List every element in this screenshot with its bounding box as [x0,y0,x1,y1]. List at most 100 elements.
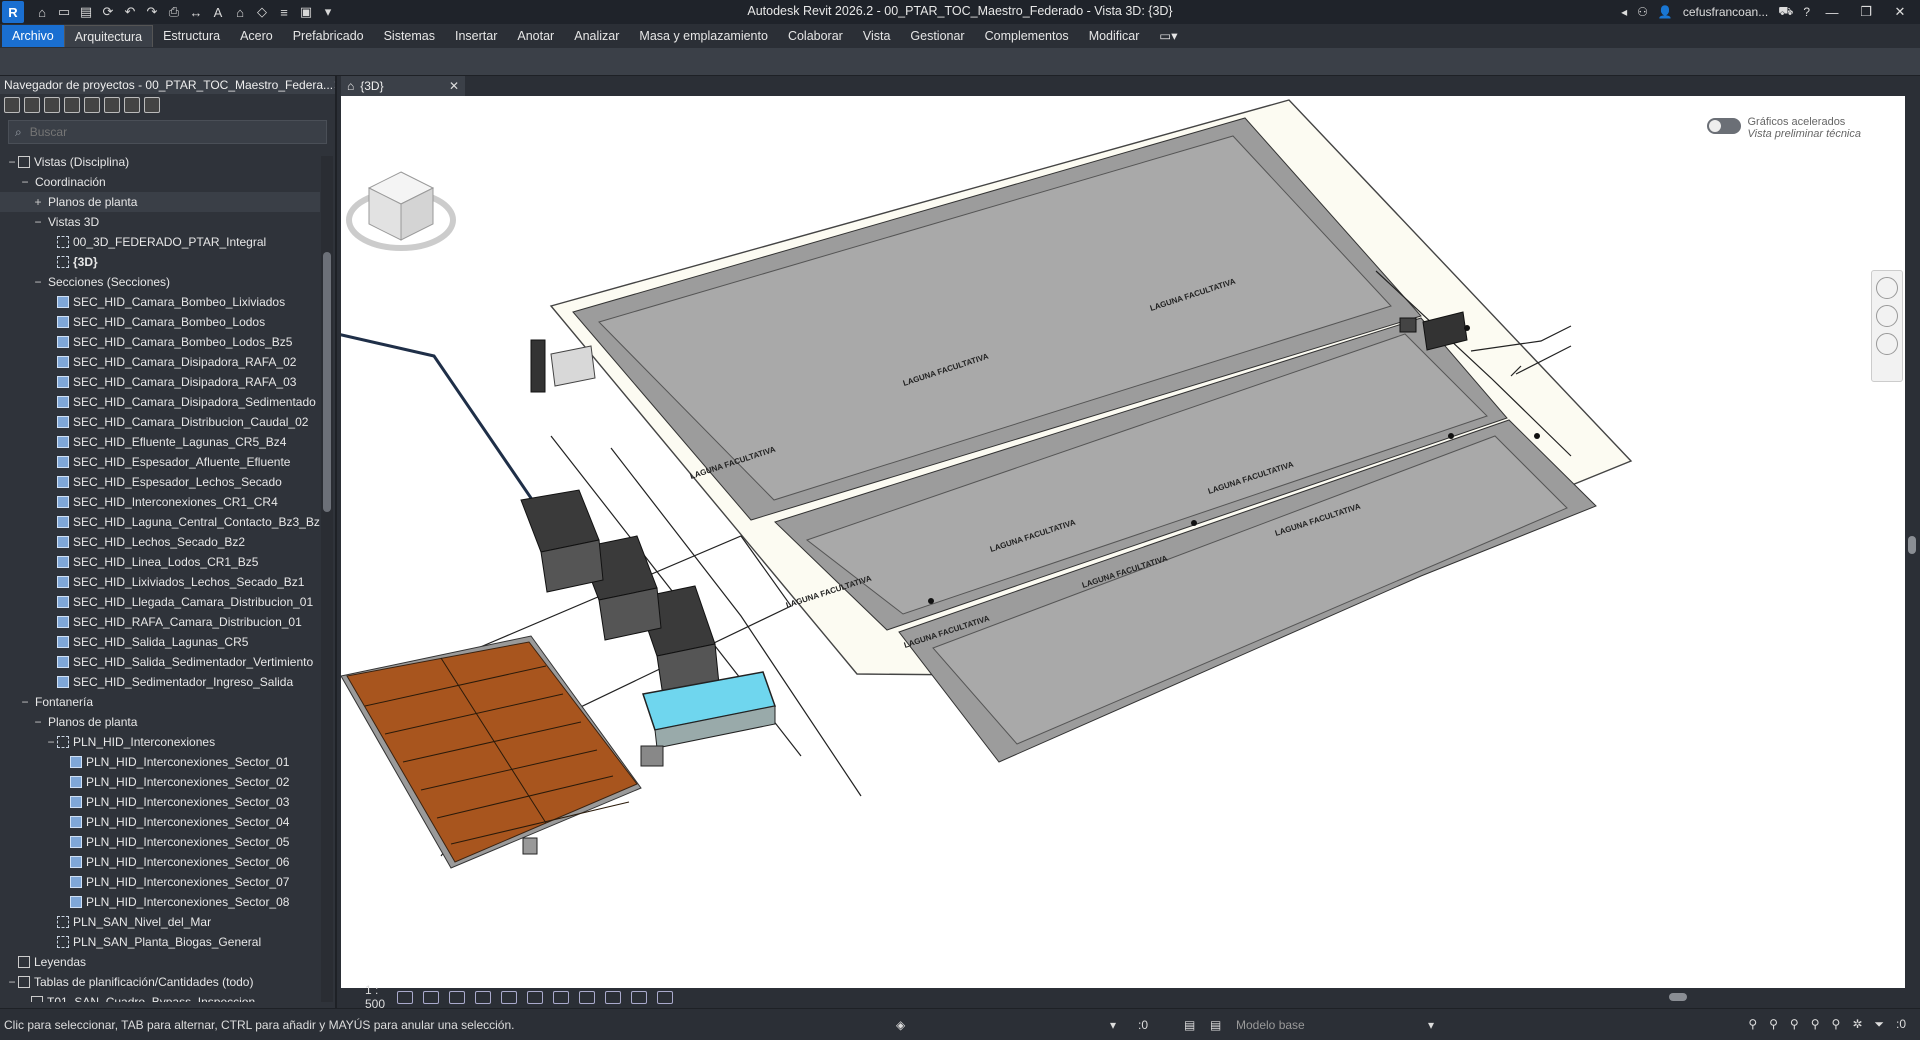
select-by-face-icon[interactable]: ⚲ [1811,1017,1820,1032]
tab-modificar[interactable]: Modificar [1079,25,1150,47]
restore-button[interactable]: ❐ [1854,4,1878,20]
browser-sheet-icon[interactable] [44,97,60,113]
sun-path-icon[interactable] [449,990,465,1004]
tab-close-icon[interactable]: ✕ [449,79,459,93]
tree-node[interactable]: PLN_HID_Interconexiones_Sector_04 [0,812,320,832]
user-icon[interactable]: 👤 [1658,5,1673,19]
browser-close-icon[interactable]: ✕ [333,78,335,92]
canvas-vertical-scrollbar[interactable] [1905,96,1920,988]
tree-node[interactable]: − Vistas 3D [0,212,320,232]
tree-node[interactable]: PLN_HID_Interconexiones_Sector_02 [0,772,320,792]
collapse-icon[interactable]: − [32,712,44,732]
model-dropdown-icon[interactable]: ▾ [1428,1018,1434,1032]
tree-node[interactable]: SEC_HID_Espesador_Lechos_Secado [0,472,320,492]
tab-insertar[interactable]: Insertar [445,25,507,47]
tab-analizar[interactable]: Analizar [564,25,629,47]
drawing-area[interactable]: LAGUNA FACULTATIVA LAGUNA FACULTATIVA LA… [341,96,1905,988]
tree-node[interactable]: SEC_HID_Camara_Disipadora_Sedimentado [0,392,320,412]
collapse-icon[interactable]: − [6,152,18,172]
tree-node[interactable]: SEC_HID_Lixiviados_Lechos_Secado_Bz1 [0,572,320,592]
tree-node[interactable]: SEC_HID_Lechos_Secado_Bz2 [0,532,320,552]
orbit-icon[interactable] [1876,333,1898,355]
workset-icon[interactable]: ▾ [1110,1018,1116,1032]
tree-node[interactable]: − PLN_HID_Interconexiones [0,732,320,752]
select-links-icon[interactable]: ⚲ [1748,1017,1757,1032]
tree-node[interactable]: − Secciones (Secciones) [0,272,320,292]
tree-node[interactable]: PLN_HID_Interconexiones_Sector_06 [0,852,320,872]
tree-node[interactable]: SEC_HID_Camara_Bombeo_Lodos [0,312,320,332]
tree-node[interactable]: {3D} [0,252,320,272]
open-icon[interactable]: ▭ [54,3,74,21]
tab-sistemas[interactable]: Sistemas [374,25,445,47]
select-underlay-icon[interactable]: ⚲ [1769,1017,1778,1032]
binoculars-icon[interactable]: ⚇ [1637,5,1648,19]
print-icon[interactable]: ⎙ [164,3,184,21]
lock-view-icon[interactable] [553,990,569,1004]
browser-family-icon[interactable] [84,97,100,113]
browser-3d-icon[interactable] [24,97,40,113]
browser-group-icon[interactable] [104,97,120,113]
tab-vista[interactable]: Vista [853,25,901,47]
tree-node[interactable]: SEC_HID_Llegada_Camara_Distribucion_01 [0,592,320,612]
browser-home-icon[interactable] [4,97,20,113]
browser-link-icon[interactable] [144,97,160,113]
tree-node[interactable]: SEC_HID_Espesador_Afluente_Efluente [0,452,320,472]
accelerated-graphics-toggle[interactable] [1707,118,1742,134]
tab-archivo[interactable]: Archivo [2,25,64,47]
model-3d-view[interactable]: LAGUNA FACULTATIVA LAGUNA FACULTATIVA LA… [341,96,1905,988]
tree-node[interactable]: T01_SAN_Cuadro_Bypass_Inspeccion [0,992,320,1002]
background-processes-icon[interactable]: ✲ [1852,1017,1862,1032]
tree-node[interactable]: PLN_HID_Interconexiones_Sector_07 [0,872,320,892]
highlight-displacement-icon[interactable] [657,990,673,1004]
network-icon[interactable]: ◈ [896,1018,905,1032]
zoom-icon[interactable] [1876,305,1898,327]
tree-node[interactable]: Leyendas [0,952,320,972]
visual-style-icon[interactable] [423,990,439,1004]
help-icon[interactable]: ? [1803,5,1810,19]
tree-node[interactable]: − Tablas de planificación/Cantidades (tod… [0,972,320,992]
tree-node[interactable]: PLN_HID_Interconexiones_Sector_01 [0,752,320,772]
browser-revit-link-icon[interactable] [124,97,140,113]
design-options-icon[interactable]: ▤ [1184,1018,1195,1032]
drag-on-selection-icon[interactable]: ⚲ [1832,1017,1841,1032]
tree-node[interactable]: SEC_HID_Camara_Disipadora_RAFA_03 [0,372,320,392]
viewcube[interactable] [341,150,461,260]
tree-node[interactable]: SEC_HID_RAFA_Camara_Distribucion_01 [0,612,320,632]
tree-node[interactable]: − Fontanería [0,692,320,712]
tree-node[interactable]: PLN_HID_Interconexiones_Sector_05 [0,832,320,852]
tree-node[interactable]: SEC_HID_Sedimentador_Ingreso_Salida [0,672,320,692]
browser-scrollbar-thumb[interactable] [323,252,331,512]
tab-anotar[interactable]: Anotar [507,25,564,47]
browser-scrollbar[interactable] [321,156,333,1002]
tree-node[interactable]: 00_3D_FEDERADO_PTAR_Integral [0,232,320,252]
crop-view-icon[interactable] [501,990,517,1004]
text-icon[interactable]: A [208,3,228,21]
tab-acero[interactable]: Acero [230,25,283,47]
tree-node[interactable]: SEC_HID_Efluente_Lagunas_CR5_Bz4 [0,432,320,452]
shadows-icon[interactable] [475,990,491,1004]
tree-node[interactable]: − Planos de planta [0,712,320,732]
tree-node[interactable]: SEC_HID_Salida_Sedimentador_Vertimiento [0,652,320,672]
detail-level-icon[interactable] [397,990,413,1004]
show-crop-icon[interactable] [527,990,543,1004]
tree-node[interactable]: SEC_HID_Camara_Distribucion_Caudal_02 [0,412,320,432]
tab-masa-y-emplazamiento[interactable]: Masa y emplazamiento [629,25,778,47]
thin-lines-icon[interactable]: ≡ [274,3,294,21]
active-model[interactable]: Modelo base [1236,1018,1305,1032]
back-arrow-icon[interactable]: ◂ [1621,5,1627,19]
view-scale[interactable]: 1 : 500 [341,983,387,1011]
cart-icon[interactable]: ⛟ [1778,4,1793,20]
tree-node[interactable]: SEC_HID_Camara_Bombeo_Lixiviados [0,292,320,312]
collapse-icon[interactable]: − [32,212,44,232]
tab-complementos[interactable]: Complementos [975,25,1079,47]
tree-node[interactable]: PLN_SAN_Nivel_del_Mar [0,912,320,932]
browser-search-box[interactable]: ⌕ [8,120,327,144]
canvas-horizontal-scrollbar[interactable] [787,992,1867,1002]
tab-gestionar[interactable]: Gestionar [900,25,974,47]
home-icon[interactable]: ⌂ [32,3,52,21]
tree-node[interactable]: SEC_HID_Salida_Lagunas_CR5 [0,632,320,652]
tree-node[interactable]: SEC_HID_Linea_Lodos_CR1_Bz5 [0,552,320,572]
tree-node[interactable]: SEC_HID_Laguna_Central_Contacto_Bz3_Bz [0,512,320,532]
tab-estructura[interactable]: Estructura [153,25,230,47]
model-icon[interactable]: ▤ [1210,1018,1221,1032]
